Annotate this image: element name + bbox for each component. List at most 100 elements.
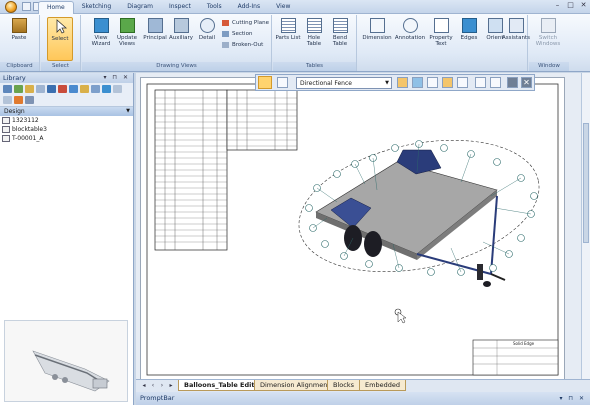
application-button[interactable] [2,0,20,14]
stack-icon[interactable] [442,77,453,88]
list-item-label: T-00001_A [12,135,44,142]
tables-group-title: Tables [273,62,356,71]
panel-controls[interactable]: ▾ ⊓ ✕ [103,73,130,83]
help-icon[interactable] [69,85,78,93]
update-views-icon [119,18,135,33]
cutting-plane-button[interactable]: Cutting Plane [222,19,269,27]
close-icon[interactable]: ✕ [579,1,588,10]
accept-icon[interactable] [507,77,518,88]
list-item[interactable]: 1323112 [0,116,133,125]
tab-home[interactable]: Home [38,1,74,14]
broken-out-label: Broken-Out [232,42,264,48]
library-folder-selector[interactable]: Design ▼ [0,107,133,116]
arrow-left-icon[interactable] [475,77,486,88]
dimension-button[interactable]: Dimension [362,17,392,41]
options-icon[interactable] [25,95,34,104]
forward-icon[interactable] [14,85,23,93]
sheet-tab-dimension-alignment[interactable]: Dimension Alignment [254,380,336,391]
parts-list-button[interactable]: Parts List [275,17,301,41]
view-wizard-button[interactable]: View Wizard [88,17,114,47]
list-item[interactable]: blocktable3 [0,125,133,134]
auxiliary-button[interactable]: Auxiliary [168,17,194,41]
select-group: Select Select [41,15,81,71]
annotation-button[interactable]: Annotation [394,17,426,41]
parts-list-table [154,89,298,251]
tab-sketching[interactable]: Sketching [74,1,120,14]
select-tool-icon[interactable] [258,76,272,89]
select-arrow-icon [53,19,68,34]
next-sheet-icon[interactable]: › [158,381,166,390]
switch-windows-button[interactable]: Switch Windows [535,17,561,47]
detail-button[interactable]: Detail [194,17,220,41]
list-item-label: blocktable3 [12,126,47,133]
select-button[interactable]: Select [47,17,73,61]
last-sheet-icon[interactable]: ▸ [167,381,175,390]
edges-button[interactable]: Edges [456,17,482,41]
principal-button[interactable]: Principal [142,17,168,41]
property-text-icon [433,18,449,33]
close-icon[interactable]: ✕ [521,77,532,88]
panel-controls[interactable]: ▾ ⊓ ✕ [559,392,586,405]
filter-icon[interactable] [14,95,23,104]
drawing-area[interactable]: Solid Edge [136,73,590,393]
tab-inspect[interactable]: Inspect [161,1,199,14]
folder-icon[interactable] [25,85,34,93]
section-label: Section [232,31,253,37]
properties-icon[interactable] [277,77,288,88]
tab-add-ins[interactable]: Add-Ins [230,1,268,14]
cutting-plane-label: Cutting Plane [232,20,269,26]
tab-diagram[interactable]: Diagram [119,1,161,14]
list-item[interactable]: T-00001_A [0,134,133,143]
arrow-right-icon[interactable] [490,77,501,88]
bend-table-icon [332,18,348,33]
thumbnail-icon[interactable] [3,95,12,104]
minimize-icon[interactable]: – [553,1,562,10]
save-icon[interactable] [22,2,31,11]
tab-view[interactable]: View [268,1,298,14]
fence-style-select[interactable]: Directional Fence ▼ [296,77,392,89]
sheet-tab-embedded[interactable]: Embedded [359,380,406,391]
first-sheet-icon[interactable]: ◂ [140,381,148,390]
ribbon: Paste Clipboard Select Select View Wizar… [0,14,590,72]
paste-button[interactable]: Paste [6,17,32,41]
attach-icon[interactable] [457,77,468,88]
view-icon[interactable] [36,85,45,93]
delete-icon[interactable] [58,85,67,93]
hole-table-button[interactable]: Hole Table [301,17,327,47]
detail-icon [199,18,215,33]
maximize-icon[interactable]: □ [566,1,575,10]
folder-name: Design [4,108,25,115]
library-preview [4,320,128,402]
prev-sheet-icon[interactable]: ‹ [149,381,157,390]
up-icon[interactable] [91,85,100,93]
broken-out-button[interactable]: Broken-Out [222,41,263,49]
bend-table-button[interactable]: Bend Table [327,17,353,47]
update-views-button[interactable]: Update Views [114,17,140,47]
align-icon[interactable] [397,77,408,88]
list-icon[interactable] [113,85,122,93]
property-text-label: Property Text [429,35,453,47]
new-folder-icon[interactable] [80,85,89,93]
section-button[interactable]: Section [222,30,252,38]
pen-icon[interactable] [427,77,438,88]
app-orb-icon [5,1,17,13]
dimension-label: Dimension [362,35,392,41]
search-icon[interactable] [102,85,111,93]
select-group-title: Select [41,62,80,71]
scroll-thumb[interactable] [583,123,589,243]
hole-table-icon [306,18,322,33]
refresh-icon[interactable] [47,85,56,93]
back-icon[interactable] [3,85,12,93]
assistants-button[interactable]: Assistants [502,17,530,41]
sheet-tab-blocks[interactable]: Blocks [327,380,360,391]
ribbon-tabs: Home Sketching Diagram Inspect Tools Add… [38,1,298,14]
sheet-tab-balloons[interactable]: Balloons_Table Edit [178,380,261,391]
drawing-views-group-title: Drawing Views [82,62,271,71]
distribute-icon[interactable] [412,77,423,88]
tab-tools[interactable]: Tools [199,1,230,14]
drawing-sheet[interactable]: Solid Edge [140,77,565,384]
view-wizard-icon [93,18,109,33]
view-wizard-label: View Wizard [91,35,111,47]
property-text-button[interactable]: Property Text [428,17,454,47]
vertical-scrollbar[interactable] [581,73,590,383]
